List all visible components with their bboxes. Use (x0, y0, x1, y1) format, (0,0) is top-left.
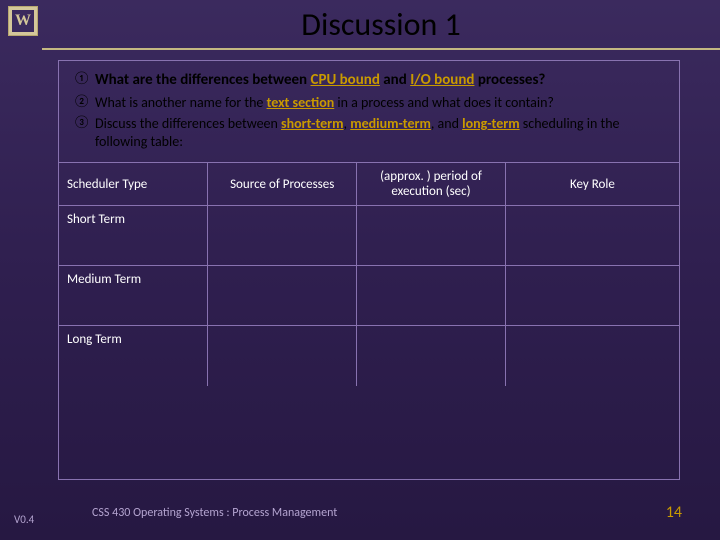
version-label: V0.4 (14, 513, 34, 526)
table-cell (505, 326, 679, 386)
question-text: What are the differences between CPU bou… (95, 71, 665, 90)
table-cell (208, 206, 357, 266)
table-cell (505, 206, 679, 266)
table-cell: Short Term (59, 206, 208, 266)
table-row: Medium Term (59, 266, 679, 326)
title-bar: Discussion 1 (42, 0, 720, 50)
page-number: 14 (666, 503, 682, 522)
table-row: Short Term (59, 206, 679, 266)
table-cell (357, 206, 506, 266)
table-cell (357, 326, 506, 386)
table-header: Source of Processes (208, 163, 357, 206)
slide-title: Discussion 1 (301, 5, 460, 44)
table-header: Key Role (505, 163, 679, 206)
uw-logo: W (8, 6, 38, 36)
question-number: ① (73, 71, 95, 87)
course-label: CSS 430 Operating Systems : Process Mana… (92, 506, 337, 520)
question-list: ①What are the differences between CPU bo… (59, 61, 679, 163)
table-header: (approx. ) period of execution (sec) (357, 163, 506, 206)
question-3: ③Discuss the differences between short-t… (73, 115, 665, 150)
table-cell: Long Term (59, 326, 208, 386)
table-row: Long Term (59, 326, 679, 386)
table-cell (505, 266, 679, 326)
question-2: ②What is another name for the text secti… (73, 94, 665, 112)
question-number: ③ (73, 115, 95, 131)
table-cell (357, 266, 506, 326)
question-text: Discuss the differences between short-te… (95, 115, 665, 150)
table-cell (208, 326, 357, 386)
uw-logo-letter: W (12, 10, 34, 32)
table-header: Scheduler Type (59, 163, 208, 206)
question-text: What is another name for the text sectio… (95, 94, 665, 112)
table-cell (208, 266, 357, 326)
question-1: ①What are the differences between CPU bo… (73, 71, 665, 90)
table-cell: Medium Term (59, 266, 208, 326)
scheduler-table: Scheduler TypeSource of Processes(approx… (59, 163, 679, 386)
question-number: ② (73, 94, 95, 110)
content-box: ①What are the differences between CPU bo… (58, 60, 680, 480)
